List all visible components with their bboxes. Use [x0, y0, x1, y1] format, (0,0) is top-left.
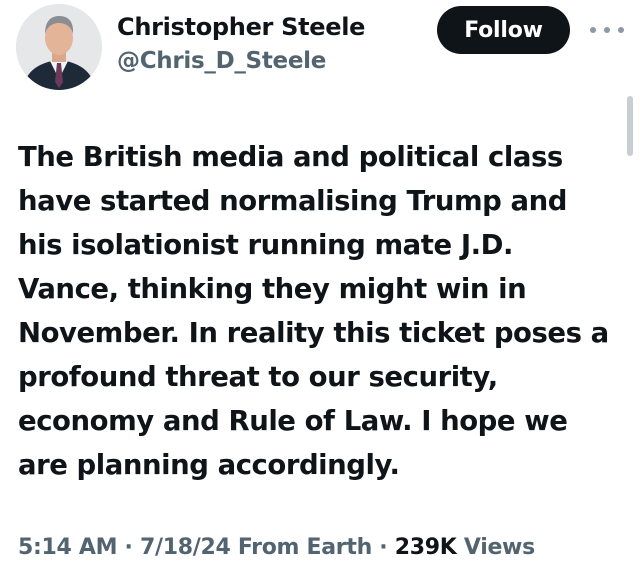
tweet-line: economy and Rule of Law. I hope we [18, 405, 568, 437]
separator: · [117, 535, 140, 560]
follow-button[interactable]: Follow [437, 6, 570, 54]
dot [618, 27, 624, 33]
more-horizontal-icon[interactable] [590, 20, 624, 40]
views-label: Views [456, 535, 535, 560]
tweet-time[interactable]: 5:14 AM [18, 535, 118, 560]
tweet-metadata: 5:14 AM · 7/18/24 From Earth · 239K View… [18, 535, 535, 560]
tweet-date[interactable]: 7/18/24 [140, 535, 231, 560]
author-name[interactable]: Christopher Steele [117, 13, 365, 41]
tweet-line: November. In reality this ticket poses a [18, 317, 609, 349]
author-handle[interactable]: @Chris_D_Steele [117, 48, 326, 74]
tweet-line: profound threat to our security, [18, 361, 498, 393]
tweet-line: have started normalising Trump and [18, 185, 568, 217]
tweet-source: From Earth [230, 535, 372, 560]
profile-photo-icon [16, 4, 102, 90]
tweet-line: Vance, thinking they might win in [18, 273, 527, 305]
views-count[interactable]: 239K [395, 535, 457, 560]
dot [590, 27, 596, 33]
tweet-line: his isolationist running mate J.D. [18, 229, 513, 261]
dot [604, 27, 610, 33]
tweet-line: The British media and political class [18, 141, 563, 173]
avatar[interactable] [16, 4, 102, 90]
tweet-line: are planning accordingly. [18, 449, 400, 481]
separator: · [371, 535, 395, 560]
tweet: Christopher Steele @Chris_D_Steele Follo… [0, 0, 640, 579]
tweet-text: The British media and political class ha… [18, 135, 633, 487]
